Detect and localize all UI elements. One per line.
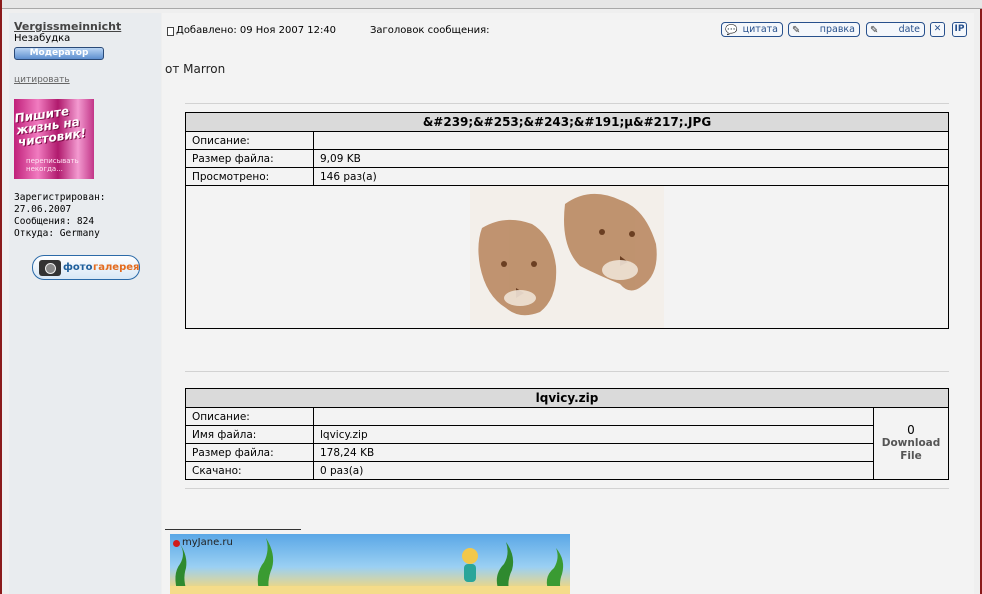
description-value [313, 131, 949, 150]
attachment-image-cell [185, 185, 949, 329]
attached-cougars-image[interactable] [470, 186, 664, 328]
user-sidebar: Vergissmeinnicht Незабудка Модератор цит… [9, 13, 161, 594]
divider [185, 103, 949, 104]
seaweed-mermaid-graphic [170, 538, 570, 594]
file-size-value: 178,24 KB [313, 443, 874, 462]
file-description-value [313, 407, 874, 426]
description-label: Описание: [185, 131, 314, 150]
file-size-label: Размер файла: [185, 443, 314, 462]
signature-banner[interactable]: myJane.ru [170, 534, 570, 594]
avatar-subtext: переписывать некогда... [26, 157, 79, 173]
signature-separator [165, 529, 301, 530]
message-count: Сообщения: 824 [14, 216, 95, 227]
divider [185, 488, 949, 489]
quote-bubble-icon: 💬 [725, 25, 738, 36]
file-attachment: lqvicy.zip Описание: 0 Download File Имя… [185, 388, 949, 480]
post-body: Добавлено: 09 Ноя 2007 12:40 Заголовок с… [162, 13, 974, 594]
image-attachment-title: &#239;&#253;&#243;&#191;µ&#217;.JPG [185, 112, 949, 132]
avatar: Пишите жизнь на чистовик! переписывать н… [14, 99, 94, 179]
ip-button[interactable]: IP [952, 22, 967, 37]
gallery-label-1: фото [63, 262, 93, 273]
filename-value: lqvicy.zip [313, 425, 874, 444]
registered-date: 27.06.2007 [14, 204, 72, 215]
download-file-button[interactable]: 0 Download File [873, 407, 949, 480]
downloads-value: 0 раз(а) [313, 461, 874, 480]
page-frame: Vergissmeinnicht Незабудка Модератор цит… [0, 0, 982, 594]
quote-link[interactable]: цитировать [14, 75, 70, 85]
quote-button[interactable]: 💬 цитата [721, 22, 783, 37]
file-attachment-title: lqvicy.zip [185, 388, 949, 408]
date-button[interactable]: ✎ date [866, 22, 925, 37]
edit-button-label: правка [819, 24, 855, 35]
download-file-label: Download File [881, 437, 941, 462]
user-title: Незабудка [14, 33, 71, 44]
post-subject-label: Заголовок сообщения: [370, 25, 490, 36]
filesize-label: Размер файла: [185, 149, 314, 168]
file-description-label: Описание: [185, 407, 314, 426]
divider [185, 371, 949, 372]
user-location: Откуда: Germany [14, 228, 100, 239]
previous-post-strip [2, 0, 982, 9]
post-icon [167, 27, 174, 36]
post-from: от Marron [165, 62, 226, 76]
downloads-label: Скачано: [185, 461, 314, 480]
filesize-value: 9,09 KB [313, 149, 949, 168]
quote-button-label: цитата [742, 24, 778, 35]
registered-label: Зарегистрирован: [14, 192, 106, 203]
rank-badge: Модератор [14, 47, 104, 60]
username-link[interactable]: Vergissmeinnicht [14, 20, 121, 33]
image-attachment: &#239;&#253;&#243;&#191;µ&#217;.JPG Опис… [185, 112, 949, 329]
views-label: Просмотрено: [185, 167, 314, 186]
post-date: Добавлено: 09 Ноя 2007 12:40 [176, 25, 337, 36]
pencil-icon: ✎ [792, 25, 801, 36]
photo-gallery-button[interactable]: фото галерея [32, 255, 140, 280]
camera-icon [39, 260, 61, 276]
filename-label: Имя файла: [185, 425, 314, 444]
views-value: 146 раз(а) [313, 167, 949, 186]
download-count: 0 [907, 423, 915, 437]
date-button-label: date [898, 24, 920, 35]
delete-button[interactable]: ✕ [930, 22, 945, 37]
edit-date-icon: ✎ [870, 25, 879, 36]
edit-button[interactable]: ✎ правка [788, 22, 860, 37]
gallery-label-2: галерея [93, 262, 140, 273]
avatar-text: Пишите жизнь на чистовик! [13, 103, 87, 150]
